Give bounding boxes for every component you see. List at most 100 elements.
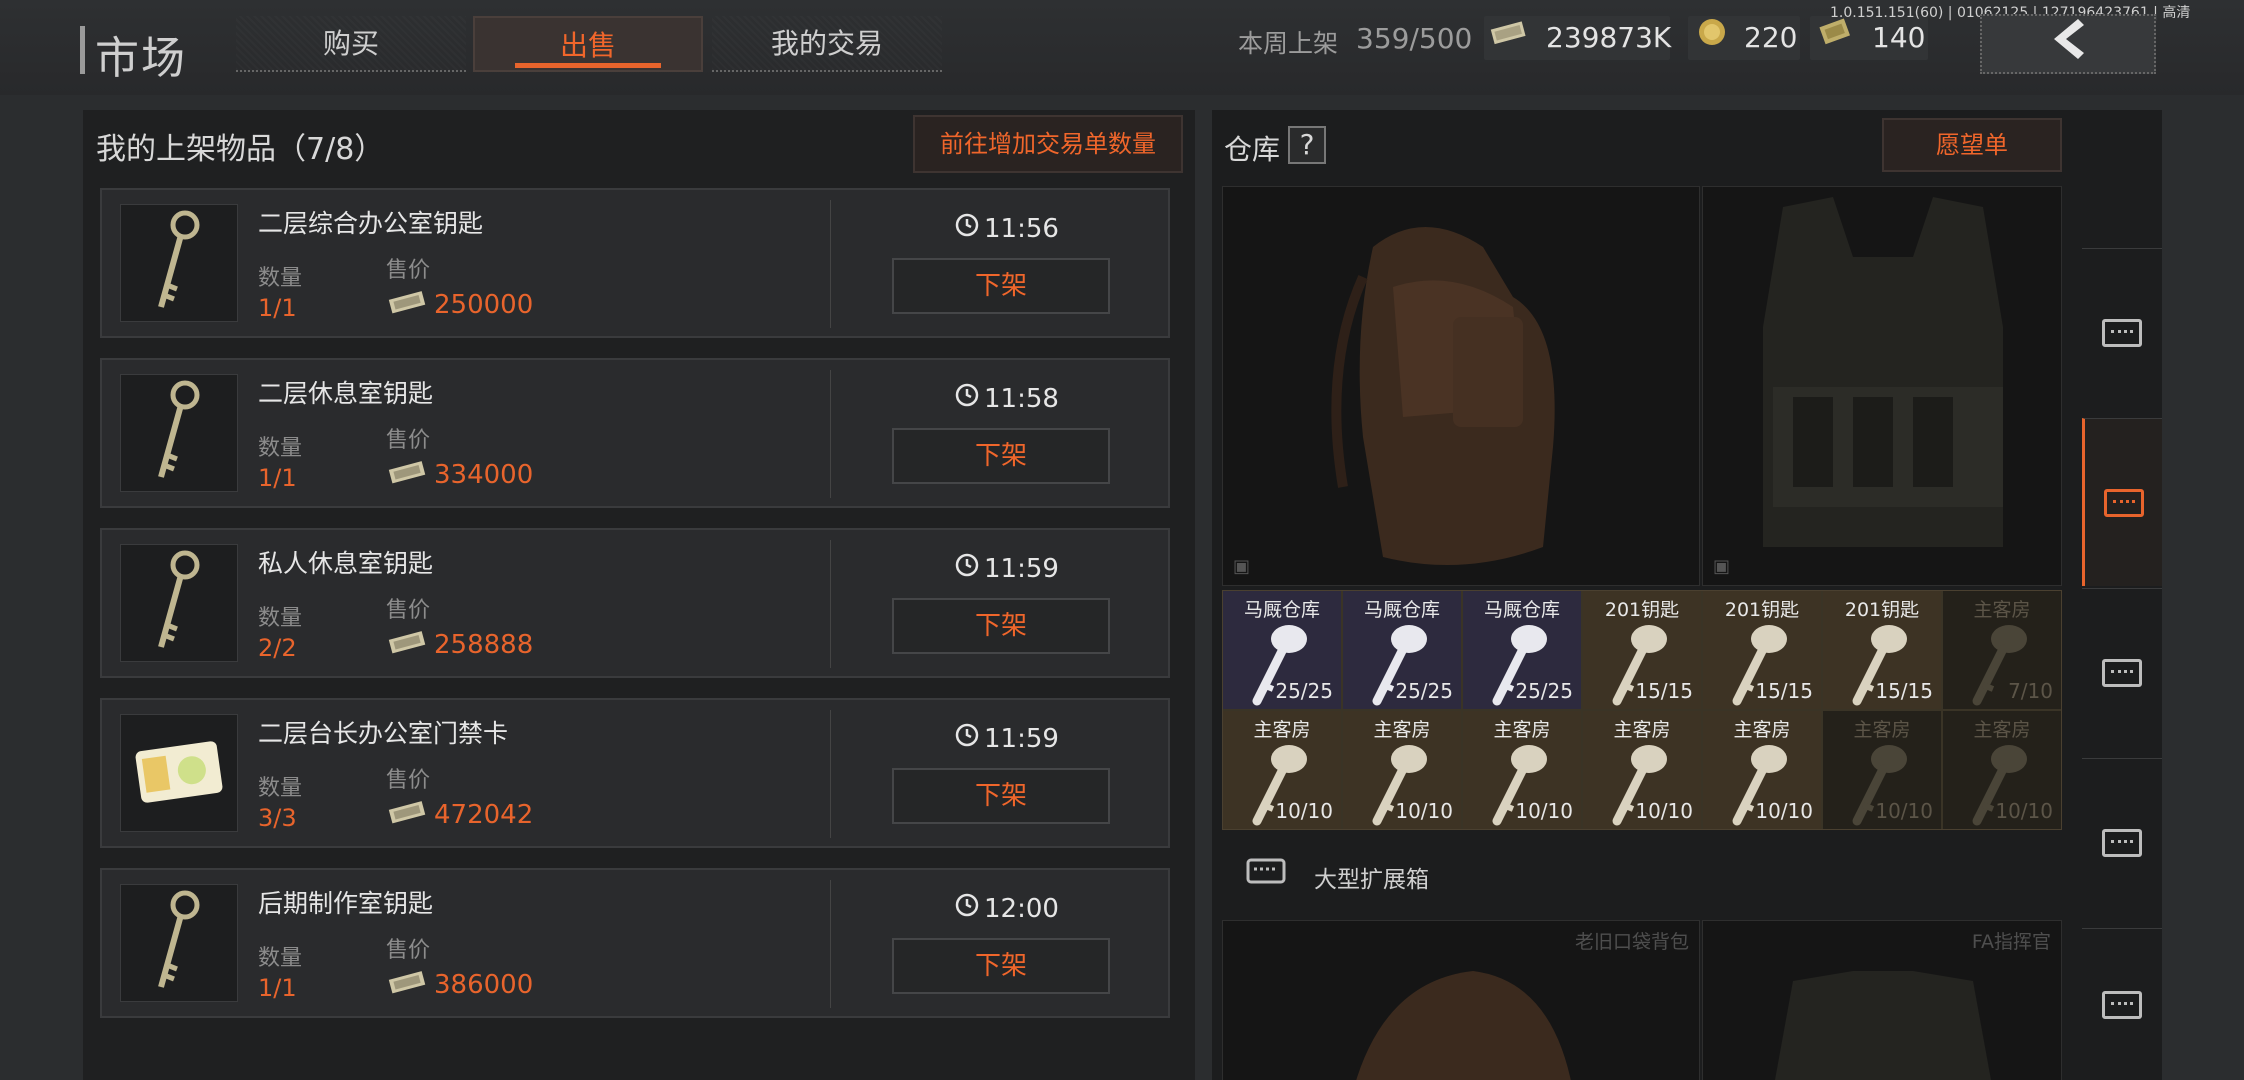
clock-icon (954, 892, 980, 925)
item-name: 二层台长办公室门禁卡 (258, 719, 509, 748)
row-divider (830, 370, 831, 498)
listing-row[interactable]: 二层台长办公室门禁卡 数量 3/3 售价 472042 11:59 下架 (100, 698, 1170, 848)
listing-row[interactable]: 后期制作室钥匙 数量 1/1 售价 386000 12:00 下架 (100, 868, 1170, 1018)
key-icon (149, 889, 209, 997)
slot-count: 25/25 (1515, 679, 1573, 703)
lower-slot-name: FA指挥官 (1971, 931, 2051, 953)
currency-coin: 220 (1688, 16, 1800, 60)
price-label: 售价 (386, 768, 431, 793)
stash-key-slot[interactable]: 201钥匙 15/15 (1823, 591, 1941, 709)
side-tab-2[interactable] (2082, 418, 2162, 586)
stash-key-slot[interactable]: 马厩仓库 25/25 (1223, 591, 1341, 709)
listings-header: 我的上架物品（7/8） (96, 132, 385, 167)
clock-icon (954, 722, 980, 755)
stash-key-slot[interactable]: 主客房 10/10 (1463, 711, 1581, 829)
stash-key-slot[interactable]: 主客房 10/10 (1943, 711, 2061, 829)
listing-row[interactable]: 二层综合办公室钥匙 数量 1/1 售价 250000 11:56 下架 (100, 188, 1170, 338)
listing-time: 12:00 (954, 892, 1059, 925)
stash-key-slot[interactable]: 主客房 7/10 (1943, 591, 2061, 709)
slot-count: 10/10 (1515, 799, 1573, 823)
container-icon (2102, 828, 2142, 857)
stash-key-slot[interactable]: 主客房 10/10 (1583, 711, 1701, 829)
slot-item-name: 201钥匙 (1844, 599, 1920, 621)
slot-box-icon: ▣ (1233, 556, 1251, 577)
stash-key-slot[interactable]: 201钥匙 15/15 (1703, 591, 1821, 709)
stash-key-slot[interactable]: 主客房 10/10 (1823, 711, 1941, 829)
side-tab-1[interactable] (2082, 248, 2162, 416)
side-tab-3[interactable] (2082, 588, 2162, 756)
side-tab-5[interactable] (2082, 928, 2162, 1080)
backpack-slot[interactable]: ▣ (1222, 186, 1700, 586)
cash-icon (1484, 16, 1534, 60)
slot-item-name: 主客房 (1613, 719, 1671, 741)
cash-icon (386, 968, 430, 1002)
unlist-button[interactable]: 下架 (892, 768, 1110, 824)
title-accent (80, 26, 85, 74)
slot-count: 10/10 (1755, 799, 1813, 823)
stash-key-slot[interactable]: 马厩仓库 25/25 (1463, 591, 1581, 709)
unlist-button[interactable]: 下架 (892, 258, 1110, 314)
stash-key-slot[interactable]: 201钥匙 15/15 (1583, 591, 1701, 709)
item-thumbnail (120, 884, 238, 1002)
side-tab-4[interactable] (2082, 758, 2162, 926)
price-value: 258888 (434, 630, 534, 660)
backpack-image (1331, 227, 1555, 565)
item-name: 二层休息室钥匙 (258, 379, 434, 408)
price-label: 售价 (386, 428, 431, 453)
wishlist-button[interactable]: 愿望单 (1882, 118, 2062, 172)
slot-count: 10/10 (1635, 799, 1693, 823)
cash-icon (386, 628, 430, 662)
clock-icon (954, 212, 980, 245)
qty-label: 数量 (258, 776, 303, 801)
slot-count: 15/15 (1755, 679, 1813, 703)
listing-row[interactable]: 二层休息室钥匙 数量 1/1 售价 334000 11:58 下架 (100, 358, 1170, 508)
row-divider (830, 710, 831, 838)
slot-box-icon: ▣ (1713, 556, 1731, 577)
slot-item-name: 主客房 (1373, 719, 1431, 741)
row-divider (830, 540, 831, 668)
lower-vest-slot[interactable]: FA指挥官 (1702, 920, 2062, 1080)
unlist-button[interactable]: 下架 (892, 598, 1110, 654)
slot-item-name: 201钥匙 (1604, 599, 1680, 621)
voucher-icon (1814, 16, 1858, 61)
cash-icon (386, 288, 430, 322)
stash-key-slot[interactable]: 主客房 10/10 (1223, 711, 1341, 829)
vest-slot[interactable]: ▣ (1702, 186, 2062, 586)
add-orders-button[interactable]: 前往增加交易单数量 (913, 115, 1183, 173)
slot-item-name: 马厩仓库 (1243, 599, 1320, 621)
stash-key-slot[interactable]: 主客房 10/10 (1703, 711, 1821, 829)
expansion-box-icon (1246, 856, 1286, 893)
tab-sell[interactable]: 出售 (473, 16, 703, 72)
container-icon (2103, 488, 2144, 517)
key-icon (149, 549, 209, 657)
slot-item-name: 主客房 (1973, 599, 2031, 621)
row-divider (830, 880, 831, 1008)
slot-item-name: 主客房 (1493, 719, 1551, 741)
unlist-button[interactable]: 下架 (892, 938, 1110, 994)
qty-value: 3/3 (258, 804, 297, 832)
help-button[interactable]: ? (1288, 126, 1326, 164)
listing-time: 11:59 (954, 552, 1059, 585)
listing-row[interactable]: 私人休息室钥匙 数量 2/2 售价 258888 11:59 下架 (100, 528, 1170, 678)
stash-key-slot[interactable]: 主客房 10/10 (1343, 711, 1461, 829)
slot-count: 25/25 (1275, 679, 1333, 703)
expansion-box-label: 大型扩展箱 (1314, 867, 1429, 893)
key-icon (149, 379, 209, 487)
tab-buy[interactable]: 购买 (236, 16, 466, 72)
back-button[interactable] (1980, 14, 2156, 74)
slot-item-name: 主客房 (1733, 719, 1791, 741)
tab-my-trades[interactable]: 我的交易 (712, 16, 942, 72)
lower-slot-name: 老旧口袋背包 (1574, 931, 1689, 953)
item-thumbnail (120, 714, 238, 832)
back-arrow-icon (2048, 15, 2088, 73)
qty-value: 1/1 (258, 974, 297, 1002)
stash-key-slot[interactable]: 马厩仓库 25/25 (1343, 591, 1461, 709)
weekly-listing-label: 本周上架 (1238, 29, 1339, 58)
unlist-button[interactable]: 下架 (892, 428, 1110, 484)
lower-backpack-slot[interactable]: 老旧口袋背包 (1222, 920, 1700, 1080)
voucher-value: 140 (1872, 21, 1926, 54)
slot-count: 10/10 (1875, 799, 1933, 823)
clock-icon (954, 382, 980, 415)
price-value: 334000 (434, 460, 534, 490)
coin-icon (1692, 16, 1732, 61)
